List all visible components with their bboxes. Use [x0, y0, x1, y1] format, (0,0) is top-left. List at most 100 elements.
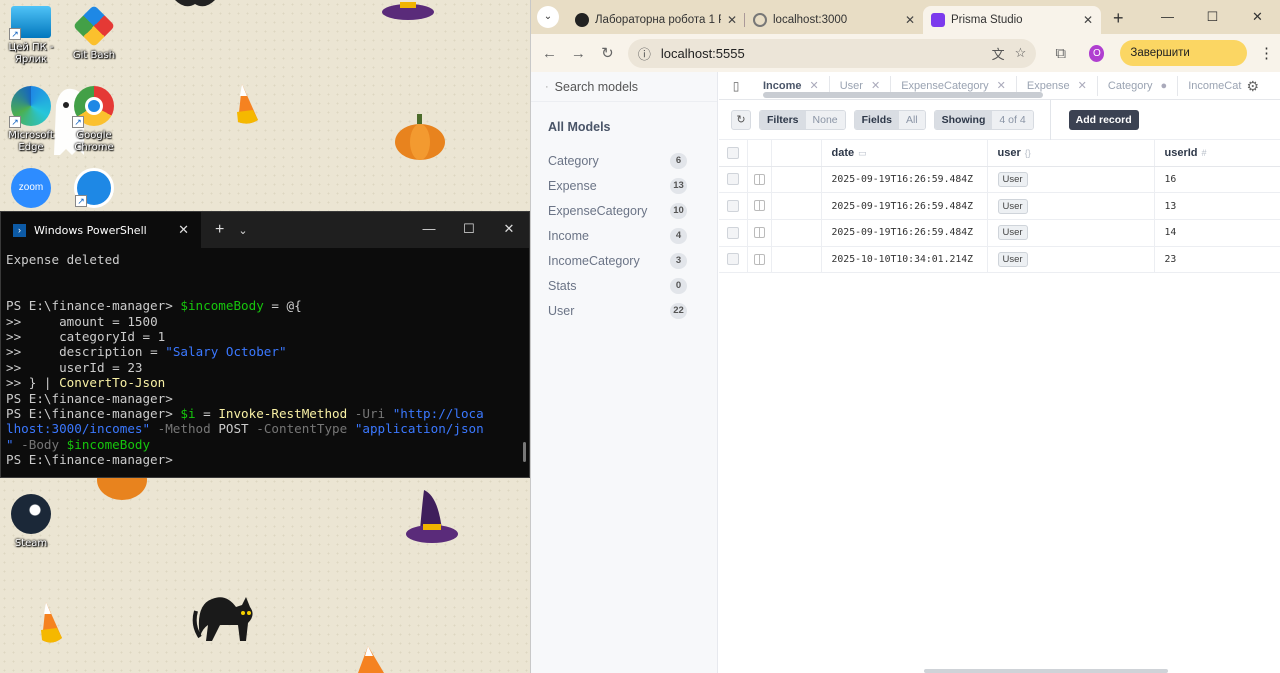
refresh-icon[interactable]: ↻	[731, 109, 751, 130]
steam-shortcut[interactable]: Steam	[0, 494, 62, 550]
chevron-down-icon[interactable]: ⌄	[238, 224, 247, 237]
expand-row-icon[interactable]	[753, 253, 765, 265]
cell-date[interactable]: 2025-10-10T10:34:01.214Z	[821, 246, 988, 274]
toggle-sidebar-icon[interactable]: ▯	[719, 79, 753, 93]
this-pc-shortcut[interactable]: ↗ Цей ПК - Ярлик	[0, 6, 62, 66]
cell-userid[interactable]: 14	[1154, 219, 1280, 247]
sidebar-item-expense[interactable]: Expense 13	[531, 173, 717, 198]
expand-row-icon[interactable]	[753, 173, 765, 185]
table-row[interactable]: 2025-09-19T16:26:59.484Z User 16	[719, 166, 1280, 194]
back-icon[interactable]: ←	[537, 45, 562, 62]
tab-localhost-3000[interactable]: localhost:3000 ✕	[745, 6, 923, 34]
cell-user[interactable]: User	[987, 246, 1155, 274]
user-relation-badge[interactable]: User	[997, 171, 1028, 187]
forward-icon[interactable]: →	[566, 45, 591, 62]
sidebar-item-incomecategory[interactable]: IncomeCategory 3	[531, 248, 717, 273]
filters-button[interactable]: Filters None	[759, 109, 846, 130]
minimize-icon[interactable]: —	[1145, 0, 1190, 34]
close-icon[interactable]: ✕	[810, 79, 819, 92]
reload-icon[interactable]: ↻	[595, 44, 620, 62]
close-tab-icon[interactable]: ✕	[905, 13, 915, 27]
sidebar-item-category[interactable]: Category 6	[531, 148, 717, 173]
edge-shortcut[interactable]: ↗ Microsoft Edge	[0, 86, 62, 154]
table-row[interactable]: 2025-10-10T10:34:01.214Z User 23	[719, 246, 1280, 274]
select-all-checkbox[interactable]	[727, 146, 739, 159]
column-header-userid[interactable]: userId #	[1154, 140, 1280, 167]
translate-icon[interactable]: 文	[992, 44, 1005, 63]
row-checkbox[interactable]	[727, 173, 739, 186]
row-checkbox[interactable]	[727, 200, 739, 213]
maximize-icon[interactable]: ☐	[1190, 0, 1235, 34]
cell-user[interactable]: User	[987, 219, 1155, 247]
extensions-icon[interactable]: ⧉	[1048, 45, 1073, 62]
console-scrollbar[interactable]	[523, 442, 526, 462]
zoom-shortcut[interactable]: zoom	[0, 168, 62, 208]
chrome-shortcut[interactable]: ↗ Google Chrome	[63, 86, 125, 154]
menu-icon[interactable]: ⋮	[1259, 44, 1274, 62]
model-tab-incomecat[interactable]: IncomeCat	[1178, 76, 1242, 96]
fields-button[interactable]: Fields All	[853, 109, 926, 130]
cell-userid[interactable]: 16	[1154, 166, 1280, 194]
cell-user[interactable]: User	[987, 166, 1155, 194]
column-header-user[interactable]: user{}	[987, 140, 1155, 167]
user-relation-badge[interactable]: User	[997, 225, 1028, 241]
cell-date[interactable]: 2025-09-19T16:26:59.484Z	[821, 219, 988, 247]
expand-row-icon[interactable]	[753, 200, 765, 212]
maximize-icon[interactable]: ☐	[449, 212, 489, 248]
close-tab-icon[interactable]: ✕	[178, 222, 189, 238]
gear-icon[interactable]: ⚙	[1246, 78, 1259, 95]
close-icon[interactable]: ✕	[1235, 0, 1280, 34]
browser-window[interactable]: ⌄ Лабораторна робота 1 Р ✕ localhost:300…	[530, 0, 1280, 673]
url-input[interactable]: ⓘ localhost:5555 文 ☆	[627, 38, 1037, 68]
console-continuation: >>	[6, 344, 60, 360]
new-tab-icon[interactable]: +	[1113, 8, 1124, 29]
sidebar-item-expensecategory[interactable]: ExpenseCategory 10	[531, 198, 717, 223]
minimize-icon[interactable]: —	[409, 212, 449, 248]
tabs-scrollbar[interactable]	[763, 92, 1043, 98]
user-relation-badge[interactable]: User	[997, 251, 1028, 267]
search-models[interactable]: · Search models	[531, 72, 717, 102]
dot-icon[interactable]: ●	[1161, 80, 1168, 92]
cell-user[interactable]: User	[987, 192, 1155, 220]
table-row[interactable]: 2025-09-19T16:26:59.484Z User 13	[719, 192, 1280, 220]
tab-search-icon[interactable]: ⌄	[537, 6, 559, 28]
close-tab-icon[interactable]: ✕	[727, 13, 737, 27]
row-checkbox[interactable]	[727, 253, 739, 266]
bookmark-star-icon[interactable]: ☆	[1015, 45, 1027, 61]
cell-userid[interactable]: 13	[1154, 192, 1280, 220]
sidebar-item-stats[interactable]: Stats 0	[531, 273, 717, 298]
close-icon[interactable]: ✕	[489, 212, 529, 248]
cell-date[interactable]: 2025-09-19T16:26:59.484Z	[821, 166, 988, 194]
new-tab-icon[interactable]: +	[215, 221, 224, 239]
add-record-button[interactable]: Add record	[1068, 109, 1139, 130]
close-icon[interactable]: ✕	[997, 79, 1006, 92]
update-button[interactable]: Завершити оновлення	[1120, 40, 1248, 85]
sidebar-item-income[interactable]: Income 4	[531, 223, 717, 248]
profile-avatar[interactable]: O	[1089, 44, 1105, 62]
tab-lab-work[interactable]: Лабораторна робота 1 Р ✕	[567, 6, 745, 34]
expand-row-icon[interactable]	[753, 226, 765, 238]
powershell-window[interactable]: › Windows PowerShell ✕ + ⌄ — ☐ ✕ Expense…	[0, 211, 530, 478]
app-shortcut[interactable]: ↗	[63, 168, 125, 208]
site-info-icon[interactable]: ⓘ	[638, 44, 651, 63]
cell-date[interactable]: 2025-09-19T16:26:59.484Z	[821, 192, 988, 220]
console-flag: -Method	[150, 421, 219, 437]
powershell-tab[interactable]: › Windows PowerShell ✕	[1, 212, 201, 248]
table-row[interactable]: 2025-09-19T16:26:59.484Z User 14	[719, 219, 1280, 247]
tab-prisma-studio[interactable]: Prisma Studio ✕	[923, 6, 1101, 34]
row-checkbox[interactable]	[727, 226, 739, 239]
user-relation-badge[interactable]: User	[997, 198, 1028, 214]
search-icon: ·	[545, 80, 549, 93]
cell-userid[interactable]: 23	[1154, 246, 1280, 274]
console-variable: $incomeBody	[180, 298, 264, 314]
table-scrollbar[interactable]	[924, 669, 1168, 673]
close-tab-icon[interactable]: ✕	[1083, 13, 1093, 27]
sidebar-item-user[interactable]: User 22	[531, 298, 717, 323]
column-header-date[interactable]: date ▭	[821, 140, 988, 167]
close-icon[interactable]: ✕	[1078, 79, 1087, 92]
git-bash-shortcut[interactable]: Git Bash	[63, 4, 125, 62]
model-tab-category[interactable]: Category ●	[1098, 75, 1179, 96]
close-icon[interactable]: ✕	[871, 79, 880, 92]
showing-button[interactable]: Showing 4 of 4	[933, 109, 1034, 130]
powershell-console[interactable]: Expense deleted PS E:\finance-manager> $…	[1, 248, 529, 472]
